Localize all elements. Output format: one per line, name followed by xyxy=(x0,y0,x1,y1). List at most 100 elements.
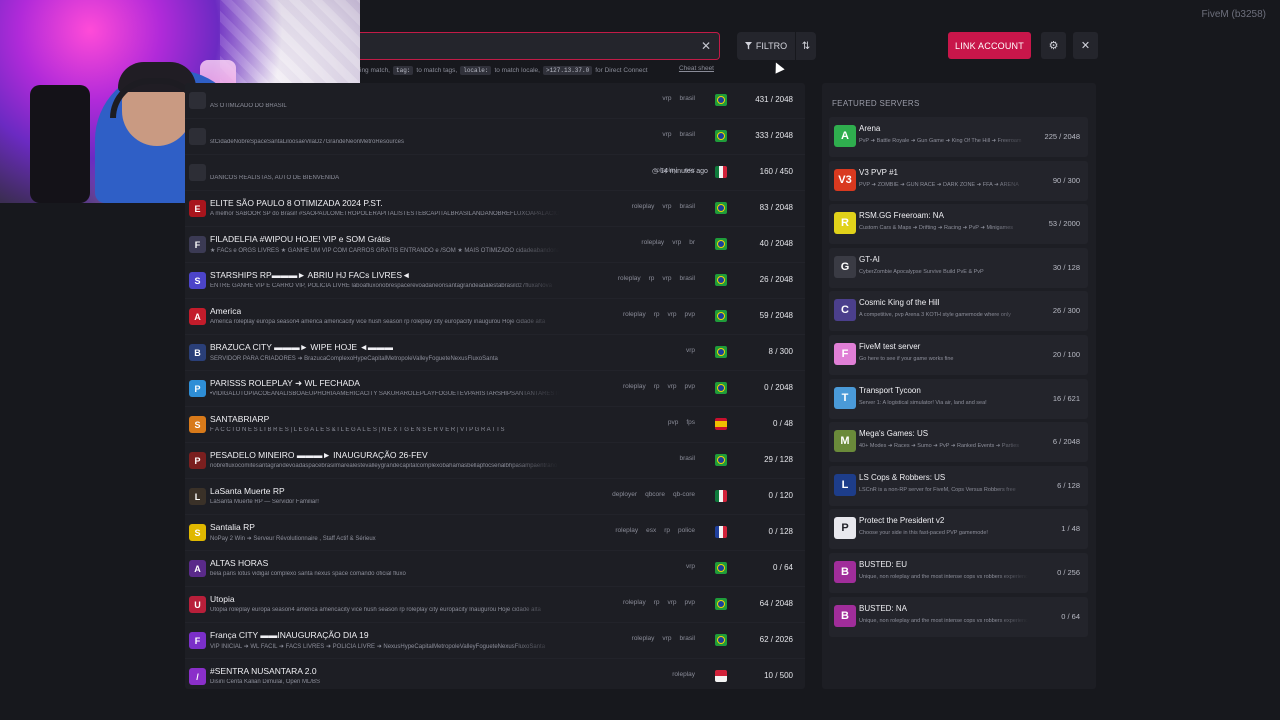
server-row[interactable]: S Santalia RP NoPay 2 Win ➜ Serveur Révolu… xyxy=(185,515,805,551)
server-tag[interactable]: vrp xyxy=(662,275,671,282)
server-tag[interactable]: vrp xyxy=(667,311,676,318)
server-tag[interactable]: br xyxy=(689,239,695,246)
server-row[interactable]: P PARISSS ROLEPLAY ➜ WL FECHADA •VIDIGALUT… xyxy=(185,371,805,407)
link-account-button[interactable]: LINK ACCOUNT xyxy=(948,32,1031,59)
server-tag[interactable]: rp xyxy=(664,527,670,534)
server-row[interactable]: stCidadeNobreSpaceSantaLiloosaeVilaDz7Gr… xyxy=(185,119,805,155)
server-icon: A xyxy=(189,308,206,325)
featured-server-card[interactable]: B BUSTED: EU Unique, non roleplay and the … xyxy=(829,553,1088,593)
server-row[interactable]: U Utopia Utopia roleplay europa season4 am… xyxy=(185,587,805,623)
player-count: 431 / 2048 xyxy=(755,95,793,104)
server-tag[interactable]: brasil xyxy=(679,635,695,642)
server-row[interactable]: E ELITE SÃO PAULO 8 OTIMIZADA 2024 P.ST. A… xyxy=(185,191,805,227)
server-tag[interactable]: roleplay xyxy=(623,311,646,318)
settings-button[interactable]: ⚙ xyxy=(1041,32,1066,59)
server-tag[interactable]: rp xyxy=(654,599,660,606)
server-row[interactable]: S SANTABRIARP F A C C I O N E S L I B R E … xyxy=(185,407,805,443)
server-tag[interactable]: qbcore xyxy=(645,491,665,498)
server-tag[interactable]: roleplay xyxy=(632,635,655,642)
server-row[interactable]: A ALTAS HORAS bela paris lotus vidigal com… xyxy=(185,551,805,587)
server-tag[interactable]: vrp xyxy=(662,131,671,138)
player-count: 0 / 120 xyxy=(768,491,793,500)
cheat-sheet-link[interactable]: Cheat sheet xyxy=(679,65,714,72)
server-description: America roleplay europa season4 américa … xyxy=(210,319,546,325)
server-description: DANICOS REALISTAS, AUTO DE BIENVENIDA xyxy=(210,175,340,181)
server-tag[interactable]: pvp xyxy=(668,419,678,426)
server-tag[interactable]: deployer xyxy=(612,491,637,498)
server-tag[interactable]: vrp xyxy=(667,599,676,606)
server-tags: vrp xyxy=(686,347,695,354)
server-tags: roleplay rp vrp brasil xyxy=(618,275,695,282)
server-tag[interactable]: police xyxy=(678,527,695,534)
search-input[interactable]: ✕ xyxy=(360,32,720,60)
server-icon: E xyxy=(189,200,206,217)
sort-button[interactable]: ⇅ xyxy=(796,32,816,60)
server-row[interactable]: F FILADELFIA #WIPOU HOJE! VIP e SOM Gráti… xyxy=(185,227,805,263)
featured-server-card[interactable]: F FiveM test server Go here to see if your… xyxy=(829,335,1088,375)
server-tag[interactable]: vrp xyxy=(672,239,681,246)
server-tag[interactable]: brasil xyxy=(679,275,695,282)
server-tag[interactable]: fps xyxy=(686,419,695,426)
server-icon: S xyxy=(189,416,206,433)
featured-server-card[interactable]: L LS Cops & Robbers: US LSCnR is a non-RP … xyxy=(829,465,1088,506)
server-tag[interactable]: vrp xyxy=(667,383,676,390)
server-row[interactable]: P PESADELO MINEIRO ▬▬▬► INAUGURAÇÃO 26-FE… xyxy=(185,443,805,479)
featured-server-name: Protect the President v2 xyxy=(859,516,945,526)
server-row[interactable]: B BRAZUCA CITY ▬▬▬► WIPE HOJE ◄▬▬▬ SERVIDO… xyxy=(185,335,805,371)
server-tag[interactable]: brasil xyxy=(679,203,695,210)
server-tag[interactable]: brasil xyxy=(679,95,695,102)
server-row[interactable]: / #SENTRA NUSANTARA 2.0 Disini Cerita Kali… xyxy=(185,659,805,689)
server-tag[interactable]: rp xyxy=(654,311,660,318)
server-tag[interactable]: esx xyxy=(646,527,656,534)
server-tag[interactable]: brasil xyxy=(679,455,695,462)
featured-server-icon: M xyxy=(834,430,856,453)
server-row[interactable]: DANICOS REALISTAS, AUTO DE BIENVENIDA rol… xyxy=(185,155,805,191)
server-tag[interactable]: roleplay xyxy=(615,527,638,534)
server-tag[interactable]: roleplay xyxy=(672,671,695,678)
featured-server-name: Cosmic King of the Hill xyxy=(859,298,940,308)
country-flag-icon xyxy=(715,166,727,178)
server-tag[interactable]: rp xyxy=(649,275,655,282)
filter-button[interactable]: FILTRO xyxy=(737,32,795,60)
server-row[interactable]: L LaSanta Muerte RP LaSanta Muerte RP — Se… xyxy=(185,479,805,515)
server-tag[interactable]: rp xyxy=(654,383,660,390)
featured-server-icon: T xyxy=(834,386,856,409)
server-tag[interactable]: pvp xyxy=(685,599,695,606)
server-tag[interactable]: roleplay xyxy=(623,599,646,606)
featured-server-card[interactable]: G GT-AI CyberZombie Apocalypse Survive Bui… xyxy=(829,247,1088,288)
server-tag[interactable]: vrp xyxy=(662,635,671,642)
country-flag-icon xyxy=(715,634,727,646)
server-tag[interactable]: vrp xyxy=(662,95,671,102)
server-tag[interactable]: brasil xyxy=(679,131,695,138)
featured-title: FEATURED SERVERS xyxy=(832,99,920,108)
server-tag[interactable]: roleplay xyxy=(641,239,664,246)
featured-server-card[interactable]: V3 V3 PVP #1 PVP ➜ ZOMBIE ➜ GUN RACE ➜ DAR… xyxy=(829,160,1088,201)
server-tag[interactable]: roleplay xyxy=(623,383,646,390)
featured-server-card[interactable]: A Arena PvP ➜ Battle Royale ➜ Gun Game ➜ K… xyxy=(829,117,1088,157)
server-tag[interactable]: pvp xyxy=(685,311,695,318)
featured-server-card[interactable]: R RSM.GG Freeroam: NA Custom Cars & Maps ➜… xyxy=(829,204,1088,245)
featured-server-card[interactable]: T Transport Tycoon Server 1: A logistical … xyxy=(829,378,1088,419)
server-tag[interactable]: vrp xyxy=(686,563,695,570)
featured-server-card[interactable]: C Cosmic King of the Hill A competitive, p… xyxy=(829,291,1088,332)
server-row[interactable]: F França CITY ▬▬INAUGURAÇÃO DIA 19 VIP INI… xyxy=(185,623,805,659)
server-tag[interactable]: vrp xyxy=(662,203,671,210)
server-description: ENTRE GANHE VIP E CARRO VIP, POLICIA LIV… xyxy=(210,283,552,289)
featured-server-card[interactable]: B BUSTED: NA Unique, non roleplay and the … xyxy=(829,596,1088,637)
player-count: 0 / 128 xyxy=(768,527,793,536)
server-tag[interactable]: pvp xyxy=(685,383,695,390)
server-row[interactable]: AS OTIMIZADO DO BRASIL vrp brasil 431 / 204… xyxy=(185,83,805,119)
server-name: BRAZUCA CITY ▬▬▬► WIPE HOJE ◄▬▬▬ xyxy=(210,342,394,352)
close-button[interactable]: ✕ xyxy=(1073,32,1098,59)
server-tag[interactable]: roleplay xyxy=(632,203,655,210)
server-tag[interactable]: roleplay xyxy=(618,275,641,282)
server-tag[interactable]: vrp xyxy=(686,347,695,354)
server-name: ELITE SÃO PAULO 8 OTIMIZADA 2024 P.ST. xyxy=(210,198,383,208)
server-tag[interactable]: qb-core xyxy=(673,491,695,498)
featured-server-card[interactable]: M Mega's Games: US 40+ Modes ➜ Races ➜ Sum… xyxy=(829,422,1088,463)
clear-search-icon[interactable]: ✕ xyxy=(699,39,713,53)
featured-server-icon: B xyxy=(834,604,856,627)
featured-server-card[interactable]: P Protect the President v2 Choose your sid… xyxy=(829,509,1088,550)
server-row[interactable]: A America America roleplay europa season4 … xyxy=(185,299,805,335)
server-row[interactable]: S STARSHIPS RP▬▬▬► ABRIU HJ FACs LIVRES◄ E… xyxy=(185,263,805,299)
